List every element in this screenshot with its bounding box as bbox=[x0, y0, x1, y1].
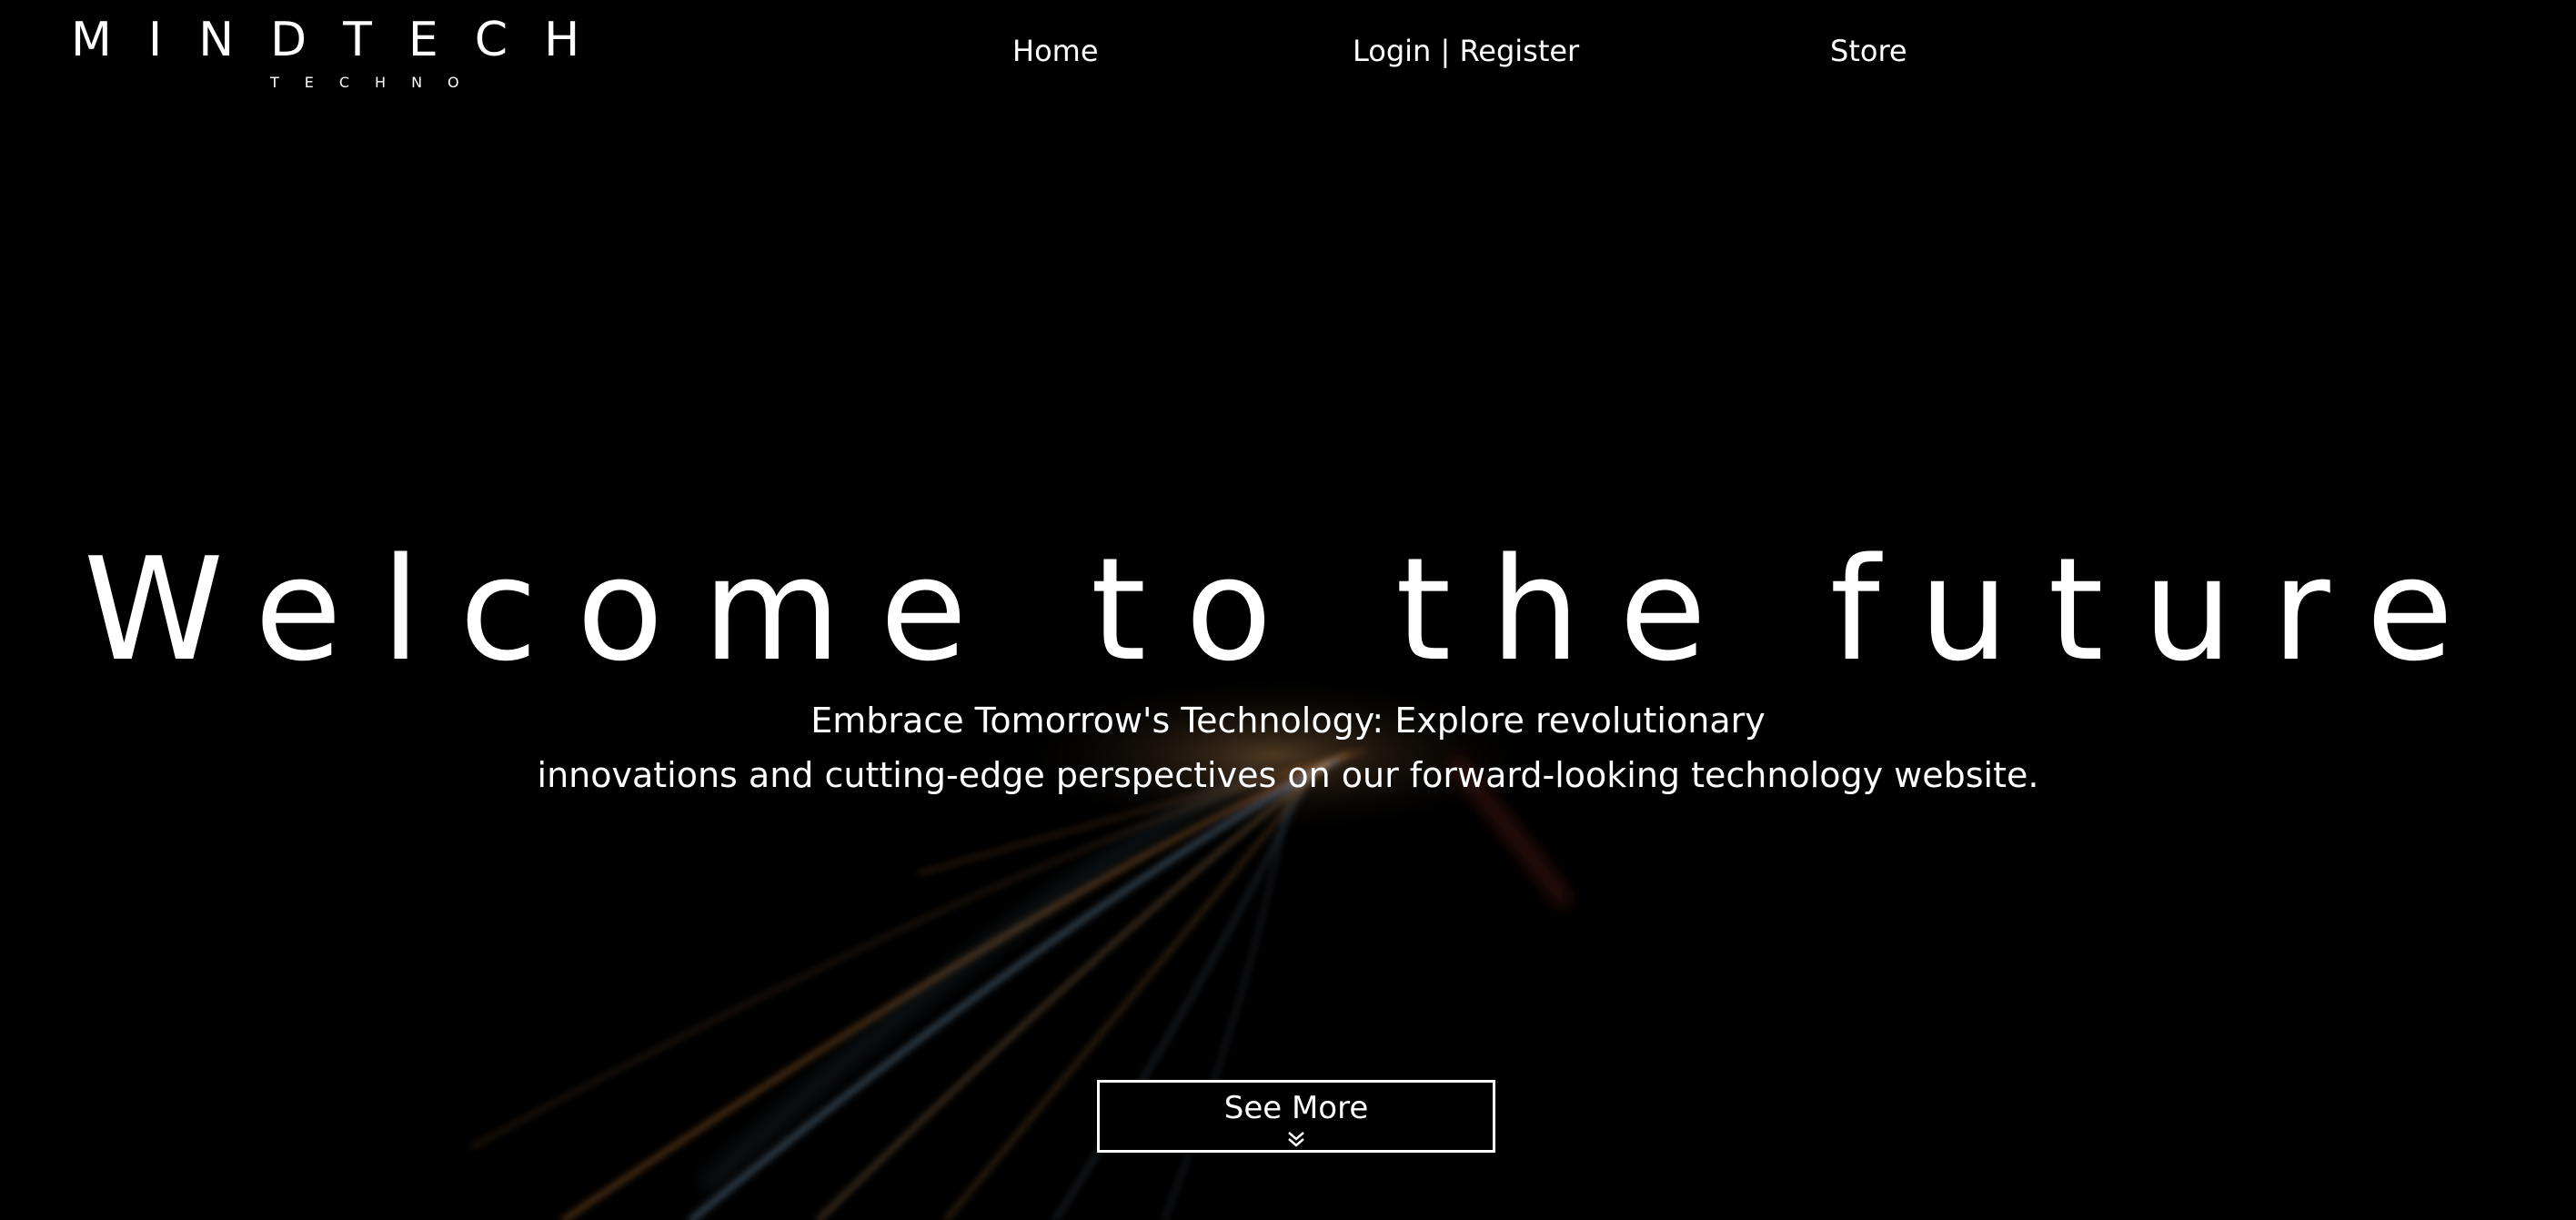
double-chevron-down-icon bbox=[1288, 1132, 1304, 1147]
see-more-button[interactable]: See More bbox=[1097, 1080, 1495, 1153]
page: MINDTECH TECHNO Home Login | Register St… bbox=[0, 0, 2576, 1220]
hero-subtitle-line-2: innovations and cutting-edge perspective… bbox=[537, 755, 2039, 795]
hero-subtitle: Embrace Tomorrow's Technology: Explore r… bbox=[0, 693, 2576, 802]
logo-wordmark: MINDTECH bbox=[71, 13, 617, 67]
see-more-label: See More bbox=[1223, 1090, 1369, 1126]
mindtech-logo[interactable]: MINDTECH TECHNO bbox=[71, 11, 708, 95]
hero-title: Welcome to the future bbox=[83, 526, 2493, 692]
nav-link-store[interactable]: Store bbox=[1830, 27, 1907, 75]
top-navigation-bar: MINDTECH TECHNO Home Login | Register St… bbox=[0, 0, 2576, 100]
nav-link-login-register[interactable]: Login | Register bbox=[1353, 27, 1579, 75]
hero-subtitle-line-1: Embrace Tomorrow's Technology: Explore r… bbox=[810, 701, 1766, 741]
logo-tagline: TECHNO bbox=[270, 74, 485, 91]
nav-link-home[interactable]: Home bbox=[1012, 27, 1099, 75]
